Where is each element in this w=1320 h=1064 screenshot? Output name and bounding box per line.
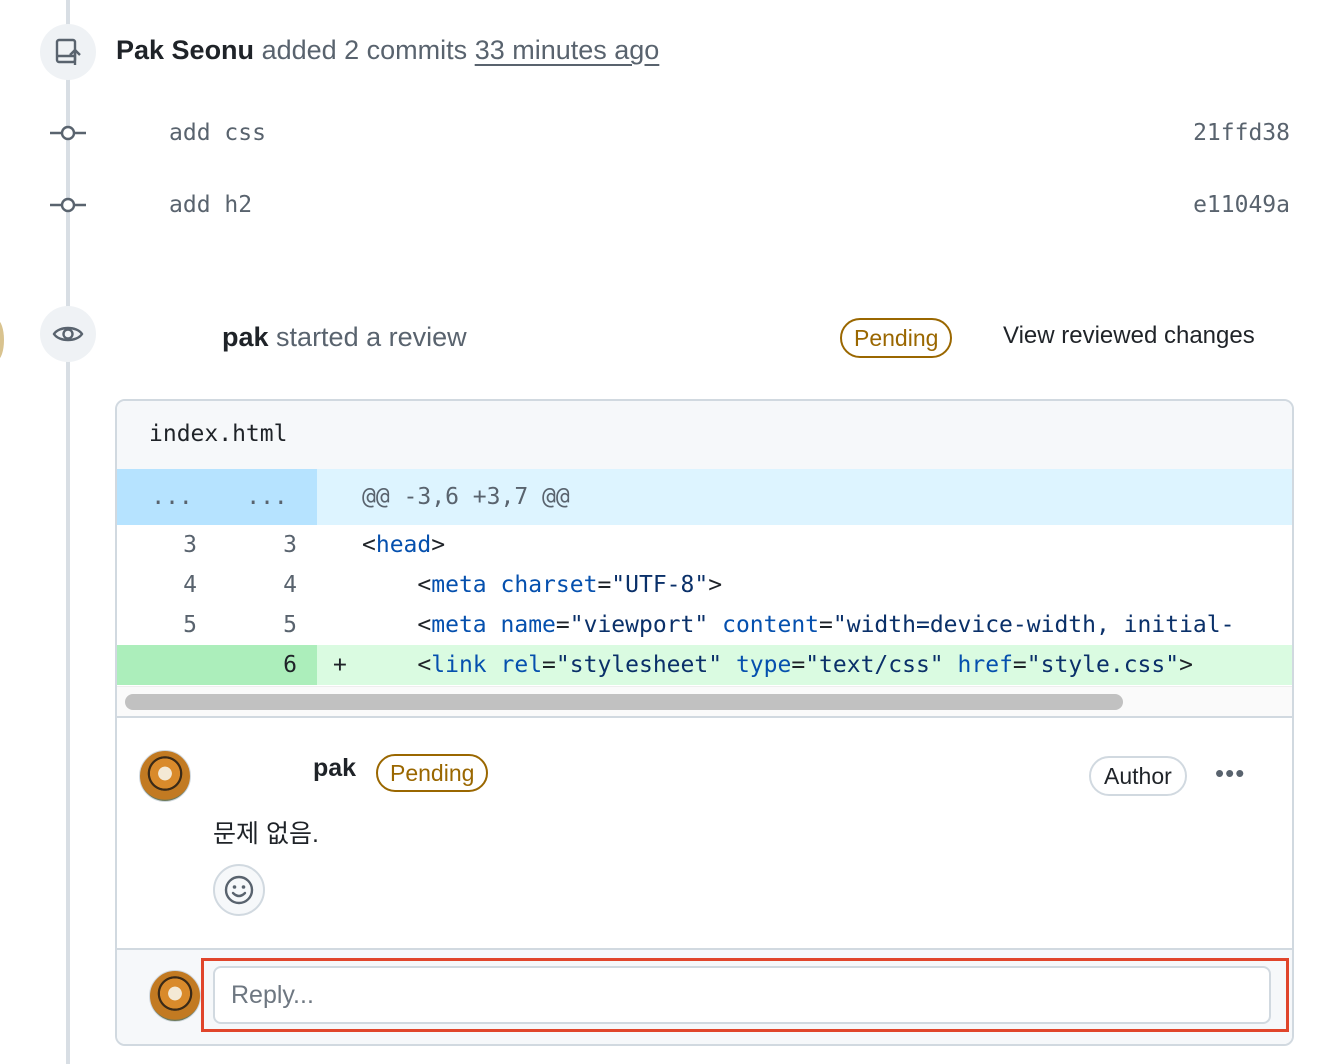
commit-sha[interactable]: 21ffd38 xyxy=(1193,120,1290,146)
line-number-new[interactable]: 6 xyxy=(217,645,297,685)
code-line: <meta charset="UTF-8"> xyxy=(362,572,723,598)
commits-event-time[interactable]: 33 minutes ago xyxy=(475,35,660,65)
diff-line-added: 6 + <link rel="stylesheet" type="text/cs… xyxy=(117,645,1292,685)
comment-author[interactable]: pak xyxy=(313,754,356,783)
code-line: <link rel="stylesheet" type="text/css" h… xyxy=(362,652,1193,678)
file-header: index.html xyxy=(117,401,1292,469)
avatar xyxy=(0,320,4,360)
reply-area xyxy=(117,948,1292,1044)
commits-event-actor[interactable]: Pak Seonu xyxy=(116,35,254,65)
commits-event-text: Pak Seonu added 2 commits 33 minutes ago xyxy=(116,35,659,66)
line-number-old[interactable]: 3 xyxy=(117,525,197,565)
commits-event-action: added 2 commits xyxy=(261,35,468,65)
line-number-new[interactable]: 5 xyxy=(217,605,297,645)
code-line: <meta name="viewport" content="width=dev… xyxy=(362,612,1235,638)
review-comment: pak Pending Author ••• 문제 없음. xyxy=(117,716,1292,950)
expand-down-button[interactable]: ... xyxy=(217,469,317,525)
comment-body: 문제 없음. xyxy=(213,820,319,848)
author-badge: Author xyxy=(1089,756,1187,796)
reply-input[interactable] xyxy=(213,966,1271,1024)
review-event-action: started a review xyxy=(276,322,467,352)
status-badge: Pending xyxy=(376,754,489,792)
line-number-old[interactable]: 4 xyxy=(117,565,197,605)
commit-message[interactable]: add h2 xyxy=(169,192,252,218)
commit-icon xyxy=(50,197,86,213)
expand-up-button[interactable]: ... xyxy=(117,469,227,525)
code-line: <head> xyxy=(362,532,446,558)
review-thread-card: index.html ... ... @@ -3,6 +3,7 @@ 3 3 <… xyxy=(115,399,1294,1046)
scrollbar-thumb[interactable] xyxy=(125,694,1123,710)
diff-line: 3 3 <head> xyxy=(117,525,1292,565)
smiley-icon xyxy=(224,875,254,905)
diff-table: ... ... @@ -3,6 +3,7 @@ 3 3 <head> 4 4 <… xyxy=(117,469,1292,685)
added-sign: + xyxy=(333,652,347,678)
line-number-new[interactable]: 3 xyxy=(217,525,297,565)
commit-message[interactable]: add css xyxy=(169,120,266,146)
line-number-old[interactable] xyxy=(117,645,197,685)
push-icon xyxy=(40,24,96,80)
review-event-actor[interactable]: pak xyxy=(222,322,269,352)
commit-sha[interactable]: e11049a xyxy=(1193,192,1290,218)
line-number-new[interactable]: 4 xyxy=(217,565,297,605)
timeline-line xyxy=(66,0,70,1064)
status-badge: Pending xyxy=(840,318,953,358)
add-reaction-button[interactable] xyxy=(213,864,265,916)
horizontal-scrollbar[interactable] xyxy=(117,686,1292,717)
line-number-old[interactable]: 5 xyxy=(117,605,197,645)
diff-line: 4 4 <meta charset="UTF-8"> xyxy=(117,565,1292,605)
avatar xyxy=(149,970,201,1022)
file-name[interactable]: index.html xyxy=(149,421,287,447)
hunk-header: @@ -3,6 +3,7 @@ xyxy=(362,484,570,510)
view-reviewed-changes-link[interactable]: View reviewed changes xyxy=(1003,322,1255,350)
review-event-text: pak started a review xyxy=(222,322,467,353)
diff-hunk-row: ... ... @@ -3,6 +3,7 @@ xyxy=(117,469,1292,525)
more-options-button[interactable]: ••• xyxy=(1215,758,1245,789)
avatar[interactable] xyxy=(139,750,191,802)
commit-icon xyxy=(50,125,86,141)
eye-icon xyxy=(40,306,96,362)
diff-line: 5 5 <meta name="viewport" content="width… xyxy=(117,605,1292,645)
